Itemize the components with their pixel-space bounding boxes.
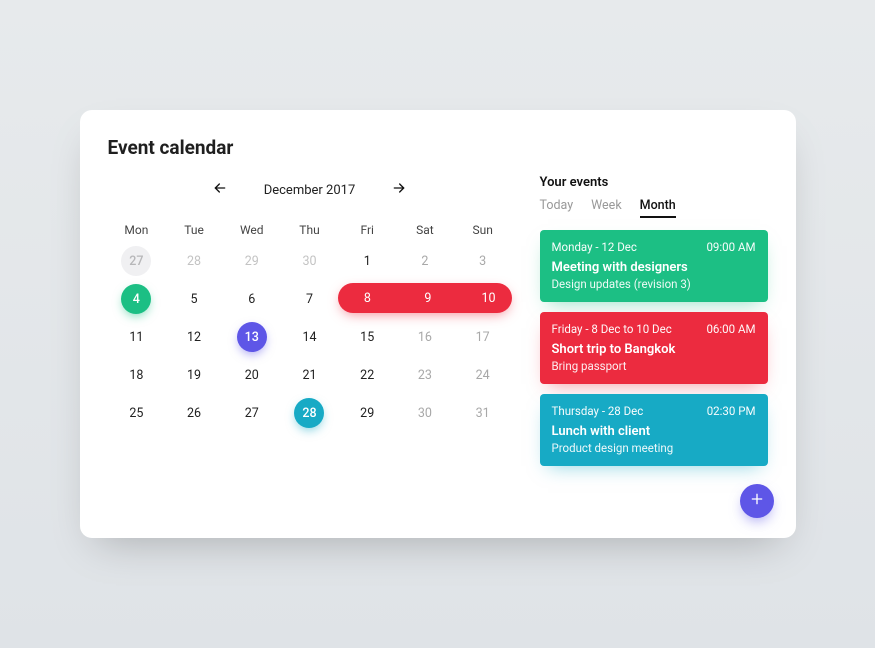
weekday-label: Tue (165, 223, 223, 237)
calendar-section: December 2017 MonTueWedThuFriSatSun 2728… (108, 175, 512, 516)
event-card-meta: Thursday - 28 Dec 02:30 PM (552, 404, 756, 418)
calendar-header: December 2017 (108, 175, 512, 205)
event-subtitle: Bring passport (552, 359, 756, 373)
calendar-day[interactable]: 29 (223, 245, 281, 277)
add-event-button[interactable] (740, 484, 774, 518)
calendar-day[interactable]: 15 (338, 321, 396, 353)
calendar-day-marker: 27 (121, 246, 151, 276)
calendar-day[interactable]: 30 (396, 397, 454, 429)
weekday-label: Thu (281, 223, 339, 237)
events-panel: Your events Today Week Month Monday - 12 D… (540, 175, 768, 516)
next-month-button[interactable] (389, 180, 409, 200)
month-label: December 2017 (264, 183, 356, 198)
calendar-day[interactable]: 13 (223, 321, 281, 353)
calendar-day[interactable]: 28 (165, 245, 223, 277)
event-date: Friday - 8 Dec to 10 Dec (552, 322, 672, 336)
calendar-day-marker: 4 (121, 284, 151, 314)
calendar-day[interactable]: 12 (165, 321, 223, 353)
event-list: Monday - 12 Dec 09:00 AM Meeting with desi… (540, 230, 768, 466)
calendar-day[interactable]: 27 (223, 397, 281, 429)
calendar-day[interactable]: 21 (281, 359, 339, 391)
event-date: Monday - 12 Dec (552, 240, 637, 254)
calendar-day[interactable]: 28 (281, 397, 339, 429)
calendar-day[interactable]: 16 (396, 321, 454, 353)
calendar-day[interactable]: 19 (165, 359, 223, 391)
event-title: Short trip to Bangkok (552, 342, 756, 357)
event-card[interactable]: Friday - 8 Dec to 10 Dec 06:00 AM Short tr… (540, 312, 768, 384)
calendar-day[interactable]: 11 (108, 321, 166, 353)
date-range-marker[interactable]: 8 9 10 (338, 283, 511, 313)
page-title: Event calendar (108, 136, 768, 159)
calendar-day-marker: 28 (294, 398, 324, 428)
event-subtitle: Product design meeting (552, 441, 756, 455)
event-card-meta: Monday - 12 Dec 09:00 AM (552, 240, 756, 254)
calendar-day[interactable]: 29 (338, 397, 396, 429)
weekday-header: MonTueWedThuFriSatSun (108, 223, 512, 237)
calendar-day[interactable]: 20 (223, 359, 281, 391)
event-tabs: Today Week Month (540, 198, 768, 218)
arrow-left-icon (212, 180, 228, 200)
arrow-right-icon (391, 180, 407, 200)
prev-month-button[interactable] (210, 180, 230, 200)
calendar-day[interactable]: 27 (108, 245, 166, 277)
plus-icon (749, 491, 765, 511)
weekday-label: Mon (108, 223, 166, 237)
date-range-day: 8 (352, 291, 382, 306)
calendar-day[interactable]: 31 (454, 397, 512, 429)
calendar-day[interactable]: 7 (281, 283, 339, 315)
date-range-day: 10 (474, 291, 504, 306)
date-range-day: 9 (413, 291, 443, 306)
calendar-day[interactable]: 3 (454, 245, 512, 277)
event-time: 02:30 PM (707, 404, 756, 418)
weekday-label: Fri (338, 223, 396, 237)
calendar-day[interactable]: 18 (108, 359, 166, 391)
calendar-day[interactable]: 1 (338, 245, 396, 277)
calendar-day[interactable]: 25 (108, 397, 166, 429)
calendar-day[interactable]: 30 (281, 245, 339, 277)
event-date: Thursday - 28 Dec (552, 404, 644, 418)
tab-week[interactable]: Week (591, 198, 622, 218)
calendar-day[interactable]: 5 (165, 283, 223, 315)
event-card[interactable]: Thursday - 28 Dec 02:30 PM Lunch with clie… (540, 394, 768, 466)
calendar-day[interactable]: 2 (396, 245, 454, 277)
calendar-day[interactable]: 26 (165, 397, 223, 429)
event-card[interactable]: Monday - 12 Dec 09:00 AM Meeting with desi… (540, 230, 768, 302)
event-time: 09:00 AM (706, 240, 755, 254)
calendar-day[interactable]: 14 (281, 321, 339, 353)
calendar-day-marker: 13 (237, 322, 267, 352)
event-title: Meeting with designers (552, 260, 756, 275)
events-panel-title: Your events (540, 175, 768, 190)
event-title: Lunch with client (552, 424, 756, 439)
weekday-label: Wed (223, 223, 281, 237)
event-subtitle: Design updates (revision 3) (552, 277, 756, 291)
weekday-label: Sun (454, 223, 512, 237)
tab-month[interactable]: Month (640, 198, 676, 218)
weekday-label: Sat (396, 223, 454, 237)
calendar-grid: 2728293012345678910111213141516171819202… (108, 245, 512, 429)
calendar-card: Event calendar December 2017 MonTueWedTh… (80, 110, 796, 538)
calendar-day[interactable]: 24 (454, 359, 512, 391)
card-body: December 2017 MonTueWedThuFriSatSun 2728… (108, 175, 768, 516)
event-time: 06:00 AM (706, 322, 755, 336)
calendar-day[interactable]: 4 (108, 283, 166, 315)
calendar-day[interactable]: 23 (396, 359, 454, 391)
calendar-day[interactable]: 22 (338, 359, 396, 391)
event-card-meta: Friday - 8 Dec to 10 Dec 06:00 AM (552, 322, 756, 336)
tab-today[interactable]: Today (540, 198, 574, 218)
calendar-day[interactable]: 6 (223, 283, 281, 315)
calendar-day[interactable]: 17 (454, 321, 512, 353)
